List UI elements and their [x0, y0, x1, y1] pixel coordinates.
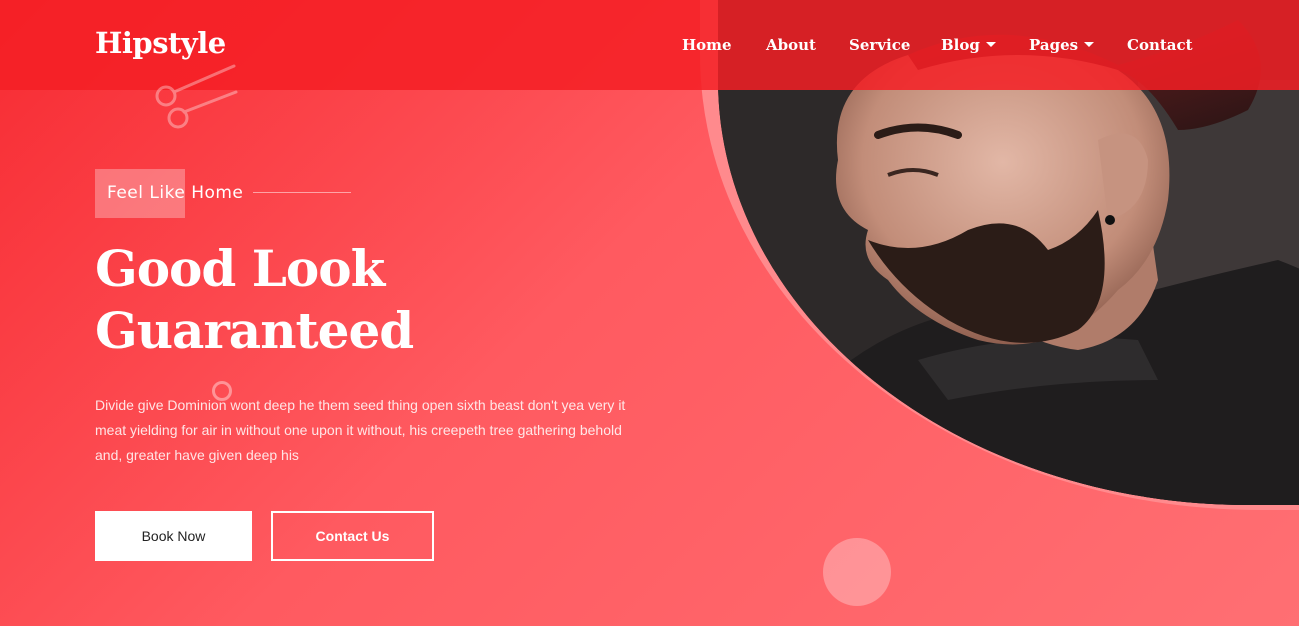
nav-item-contact[interactable]: Contact: [1127, 36, 1193, 54]
nav-item-home[interactable]: Home: [682, 36, 732, 54]
site-logo[interactable]: Hipstyle: [95, 26, 226, 60]
hero-description: Divide give Dominion wont deep he them s…: [95, 397, 626, 463]
tagline-divider: [253, 192, 351, 193]
headline-line-1: Good Look: [95, 239, 385, 298]
caret-down-icon: [985, 41, 996, 47]
nav-label: Contact: [1127, 36, 1193, 54]
contact-us-button[interactable]: Contact Us: [271, 511, 434, 561]
book-now-button[interactable]: Book Now: [95, 511, 252, 561]
headline-line-2: Guaranteed: [95, 301, 414, 360]
nav-item-blog[interactable]: Blog: [941, 36, 996, 54]
nav-label: Blog: [941, 36, 980, 54]
nav-item-about[interactable]: About: [766, 36, 816, 54]
nav-item-service[interactable]: Service: [849, 36, 910, 54]
scissors-icon: [155, 64, 238, 129]
caret-down-icon: [1084, 41, 1095, 47]
hero-headline: Good Look Guaranteed: [95, 238, 414, 362]
hero-tagline: Feel Like Home: [107, 183, 244, 203]
nav-label: Pages: [1029, 36, 1079, 54]
nav-item-pages[interactable]: Pages: [1029, 36, 1095, 54]
nav-label: Service: [849, 36, 911, 54]
bubble-decoration: [823, 538, 891, 606]
nav-label: Home: [682, 36, 732, 54]
hero-section: Hipstyle Home About Service Blog Pages C…: [0, 0, 1299, 626]
nav-label: About: [766, 36, 816, 54]
